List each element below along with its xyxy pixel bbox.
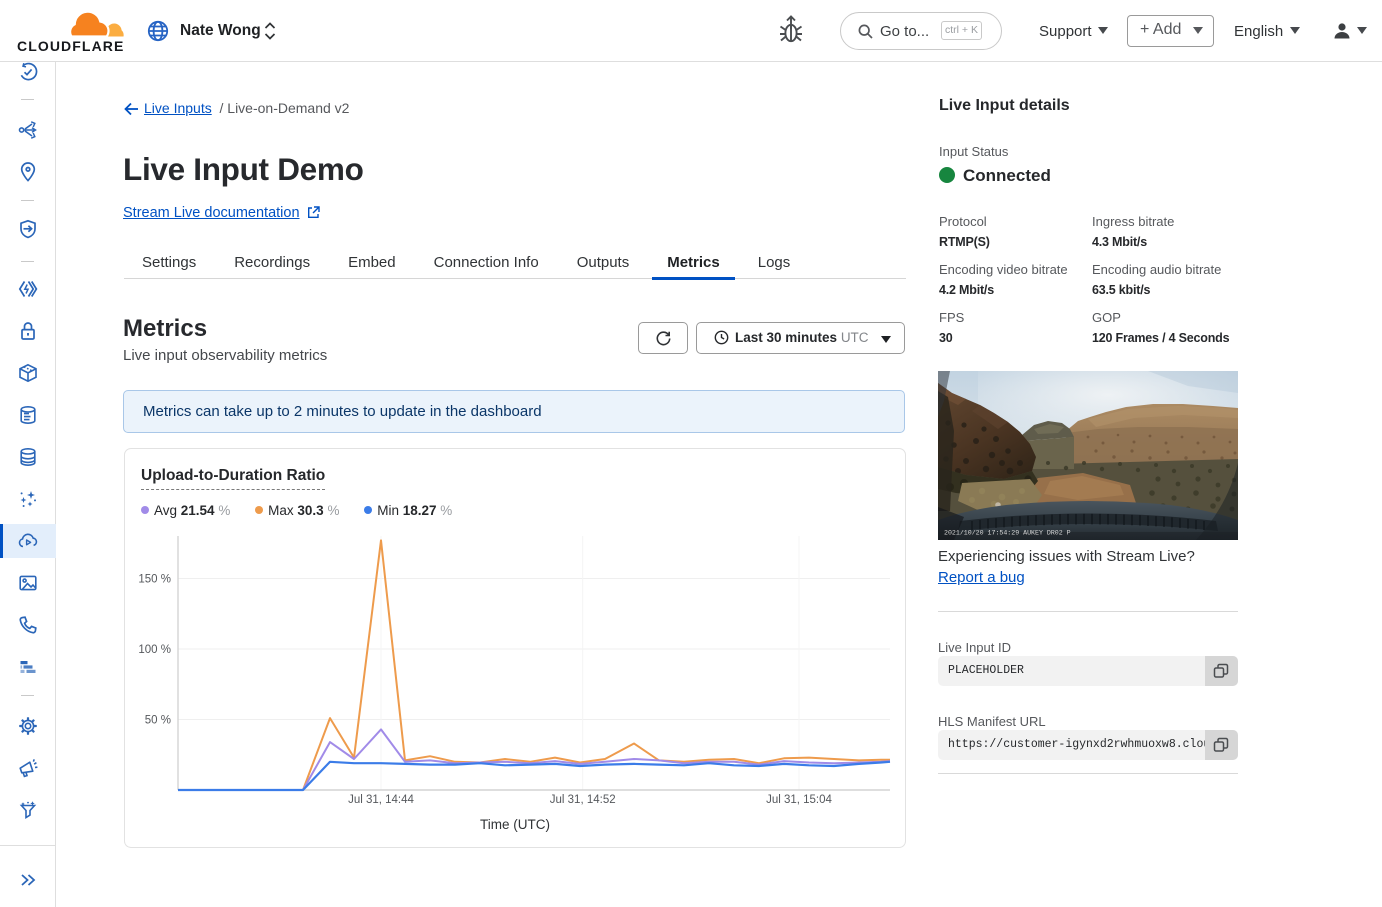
svg-text:150 %: 150 % <box>138 574 171 586</box>
svg-text:Time (UTC): Time (UTC) <box>480 817 550 832</box>
svg-text:Jul 31, 14:52: Jul 31, 14:52 <box>550 794 616 806</box>
svg-text:Jul 31, 14:44: Jul 31, 14:44 <box>348 794 414 806</box>
svg-text:50 %: 50 % <box>145 715 171 727</box>
svg-text:100 %: 100 % <box>138 644 171 656</box>
svg-text:Jul 31, 15:04: Jul 31, 15:04 <box>766 794 832 806</box>
svg-text:2021/10/20 17:54:29 AUKEY DR02: 2021/10/20 17:54:29 AUKEY DR02 P <box>944 530 1071 537</box>
